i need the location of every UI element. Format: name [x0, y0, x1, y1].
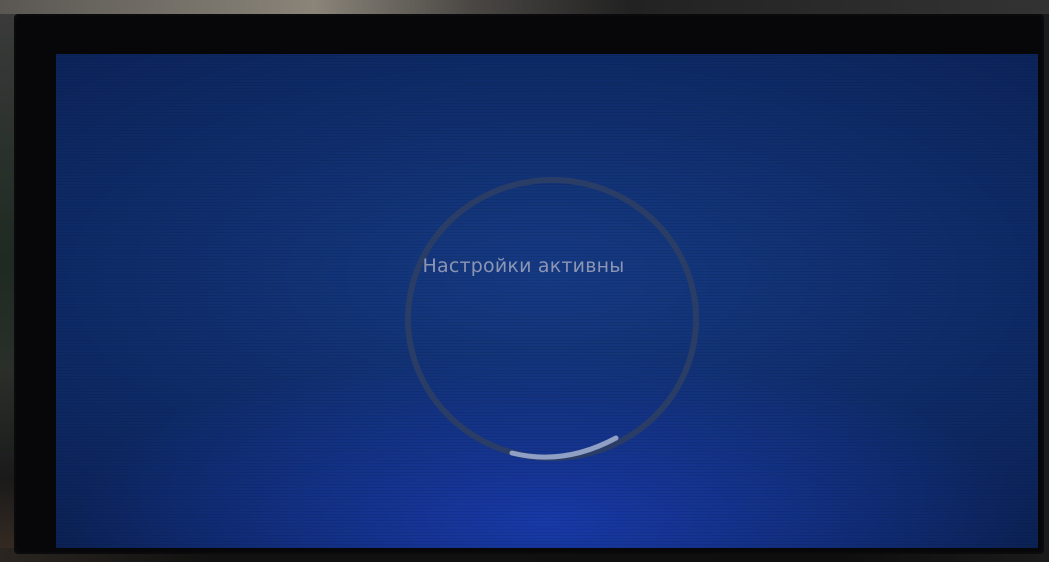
wall-background: [0, 0, 1049, 14]
tv-screen: [56, 54, 1038, 548]
status-message: Настройки активны: [422, 255, 625, 277]
loading-ring-track: [405, 177, 699, 461]
loading-ring-progress: [509, 435, 619, 460]
loading-ring-icon: [404, 176, 700, 462]
tv-photo: Настройки активны: [0, 0, 1049, 562]
tv-bezel: [14, 14, 1044, 554]
